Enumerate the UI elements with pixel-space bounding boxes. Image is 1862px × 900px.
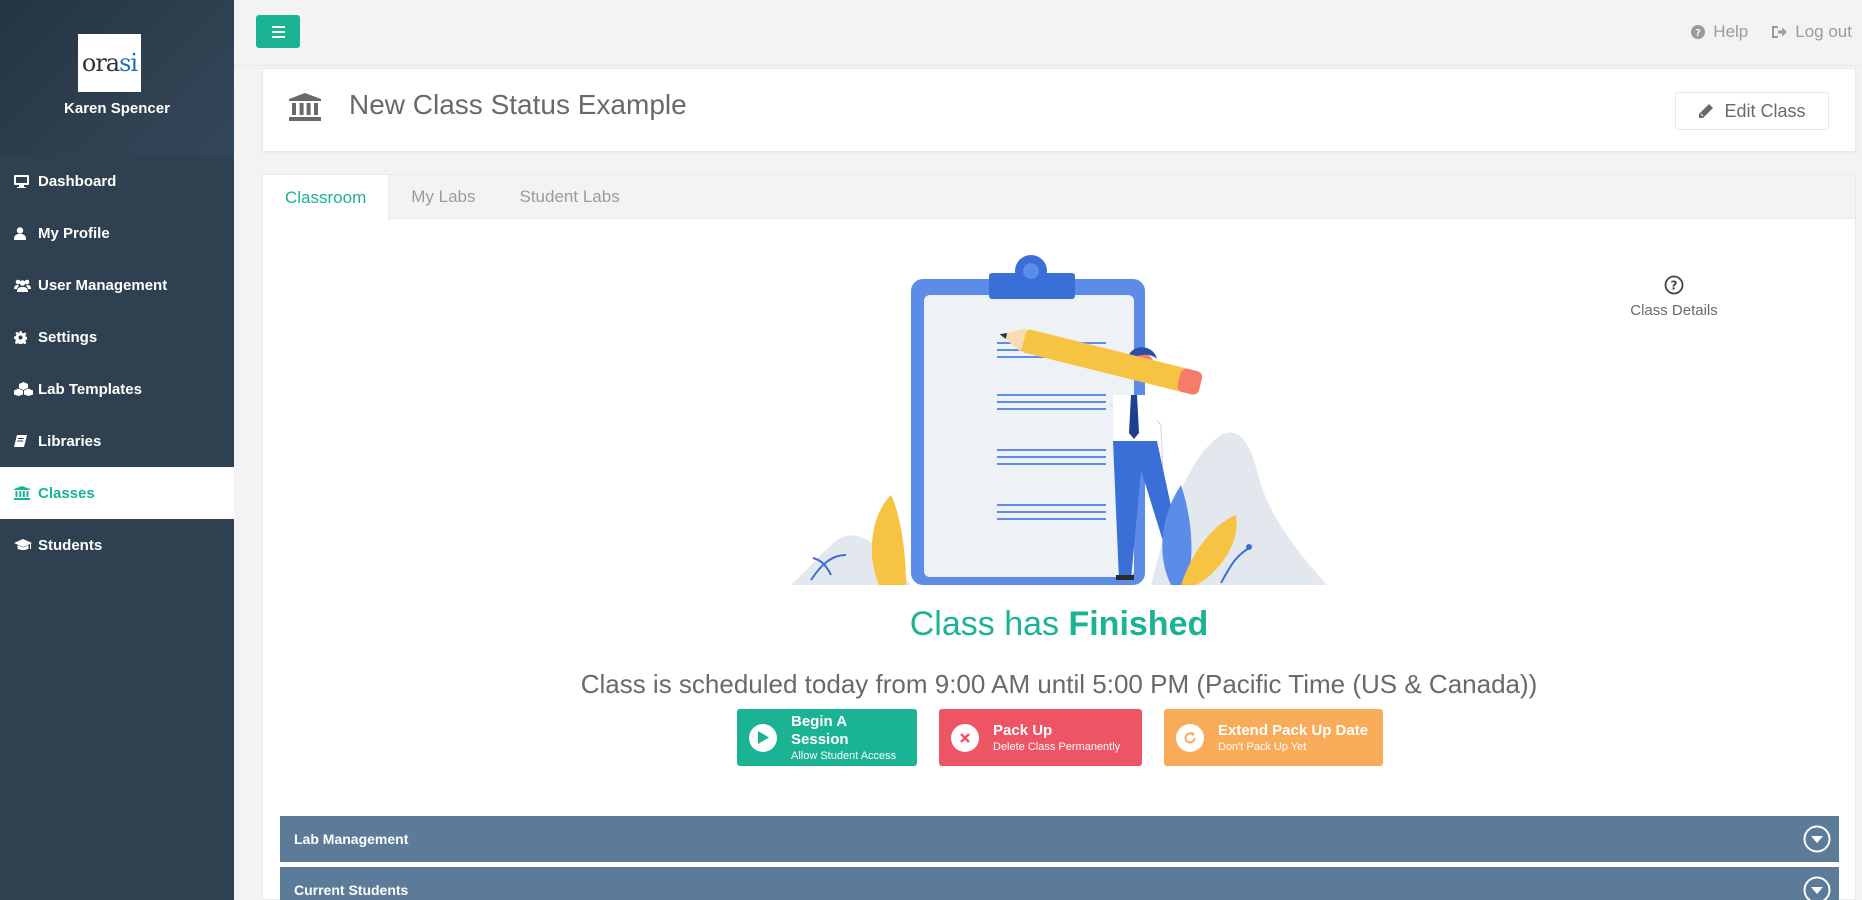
begin-session-button[interactable]: Begin A Session Allow Student Access <box>737 709 917 766</box>
extend-pack-up-text: Extend Pack Up Date Don't Pack Up Yet <box>1218 722 1368 754</box>
question-circle-icon: ? <box>1691 25 1706 39</box>
begin-session-title: Begin A Session <box>791 712 849 748</box>
orasi-logo[interactable]: orasi <box>78 34 141 92</box>
clipboard-illustration <box>791 255 1327 585</box>
profile-header: orasi Karen Spencer <box>0 0 234 155</box>
tab-my-labs[interactable]: My Labs <box>389 175 497 219</box>
extend-pack-up-subtitle: Don't Pack Up Yet <box>1218 740 1307 753</box>
sidebar-item-students[interactable]: Students <box>0 519 234 571</box>
sidebar-item-classes[interactable]: Classes <box>0 467 234 519</box>
page-header-card: New Class Status Example Edit Class <box>262 68 1856 152</box>
extend-pack-up-button[interactable]: Extend Pack Up Date Don't Pack Up Yet <box>1164 709 1383 766</box>
tab-classroom[interactable]: Classroom <box>263 175 390 220</box>
class-schedule-text: Class is scheduled today from 9:00 AM un… <box>580 669 1538 699</box>
pack-up-button[interactable]: Pack Up Delete Class Permanently <box>939 709 1142 766</box>
status-state: Finished <box>1068 605 1209 643</box>
question-circle-icon: ? <box>1664 275 1684 295</box>
users-icon <box>14 279 36 292</box>
cubes-icon <box>14 382 36 396</box>
sidebar-item-libraries[interactable]: Libraries <box>0 415 234 467</box>
play-icon <box>749 723 777 752</box>
help-link[interactable]: ? Help <box>1691 22 1748 42</box>
close-icon <box>951 723 979 752</box>
refresh-icon <box>1176 723 1204 752</box>
sidebar-nav: Dashboard My Profile User Management Set… <box>0 155 234 571</box>
chevron-down-icon[interactable] <box>1803 876 1831 900</box>
status-prefix: Class has <box>909 605 1060 643</box>
sidebar-item-label: Lab Templates <box>38 380 142 398</box>
page-title: New Class Status Example <box>349 89 687 120</box>
lab-management-section[interactable]: Lab Management <box>280 816 1839 862</box>
logout-label: Log out <box>1795 22 1852 41</box>
sidebar-item-my-profile[interactable]: My Profile <box>0 207 234 259</box>
sidebar: orasi Karen Spencer Dashboard My Profile… <box>0 0 234 900</box>
sidebar-item-label: Settings <box>38 328 98 346</box>
class-panel: Classroom My Labs Student Labs ? Class D… <box>262 174 1856 900</box>
institution-icon <box>289 93 321 126</box>
sidebar-item-label: My Profile <box>38 224 110 242</box>
pack-up-title: Pack Up <box>993 721 1053 739</box>
sidebar-item-label: Dashboard <box>38 172 117 190</box>
class-details-button[interactable]: ? Class Details <box>1619 275 1729 319</box>
class-actions: Begin A Session Allow Student Access Pac… <box>737 709 1383 766</box>
book-icon <box>14 434 36 448</box>
begin-session-text: Begin A Session Allow Student Access <box>791 713 905 763</box>
logo-text: orasi <box>81 49 138 77</box>
begin-session-subtitle: Allow Student Access <box>791 749 897 762</box>
pack-up-subtitle: Delete Class Permanently <box>993 740 1121 753</box>
extend-pack-up-title: Extend Pack Up Date <box>1218 721 1369 739</box>
edit-class-label: Edit Class <box>1724 100 1806 121</box>
sidebar-item-label: Classes <box>38 484 95 502</box>
class-details-label: Class Details <box>1630 302 1718 319</box>
help-label: Help <box>1713 22 1749 41</box>
top-links: ? Help Log out <box>1691 22 1852 42</box>
top-navbar: ? Help Log out <box>234 0 1862 66</box>
pack-up-text: Pack Up Delete Class Permanently <box>993 722 1120 754</box>
hamburger-icon <box>271 24 285 39</box>
institution-icon <box>14 486 36 500</box>
sidebar-item-label: Students <box>38 536 103 554</box>
section-label: Lab Management <box>294 831 409 847</box>
sidebar-item-settings[interactable]: Settings <box>0 311 234 363</box>
tab-student-labs[interactable]: Student Labs <box>498 175 642 219</box>
class-status-heading: Class has Finished <box>263 605 1855 644</box>
svg-text:?: ? <box>1671 279 1678 293</box>
graduation-cap-icon <box>14 539 36 551</box>
sidebar-item-user-management[interactable]: User Management <box>0 259 234 311</box>
sidebar-item-lab-templates[interactable]: Lab Templates <box>0 363 234 415</box>
edit-class-button[interactable]: Edit Class <box>1675 92 1829 130</box>
desktop-icon <box>14 174 36 188</box>
sidebar-item-dashboard[interactable]: Dashboard <box>0 155 234 207</box>
user-icon <box>14 226 36 240</box>
sidebar-toggle-button[interactable] <box>256 15 300 48</box>
svg-text:?: ? <box>1695 28 1701 39</box>
logout-link[interactable]: Log out <box>1772 22 1852 42</box>
section-label: Current Students <box>294 882 409 898</box>
tab-bar: Classroom My Labs Student Labs <box>263 175 1855 220</box>
sidebar-item-label: User Management <box>38 276 168 294</box>
pencil-icon <box>1699 104 1714 118</box>
current-students-section[interactable]: Current Students <box>280 867 1839 900</box>
sign-out-icon <box>1772 26 1788 38</box>
sidebar-item-label: Libraries <box>38 432 102 450</box>
user-name[interactable]: Karen Spencer <box>0 100 234 117</box>
chevron-down-icon[interactable] <box>1803 825 1831 853</box>
gear-icon <box>14 330 36 344</box>
